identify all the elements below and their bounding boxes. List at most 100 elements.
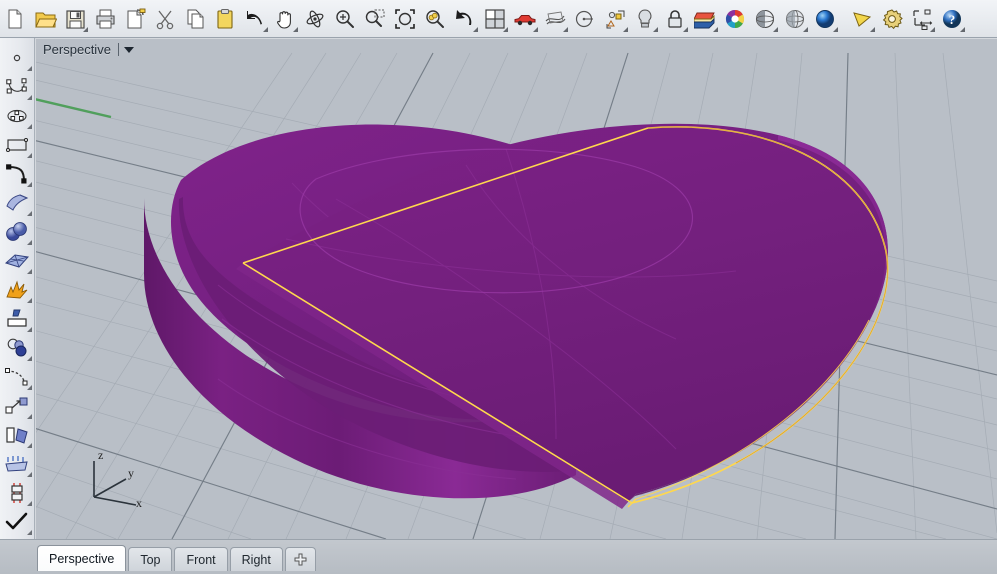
options-gear-icon[interactable] [878,4,906,34]
fillet-curve-icon[interactable] [2,362,32,391]
viewport-tab-perspective[interactable]: Perspective [37,545,127,571]
arc-tool-icon[interactable] [2,159,32,188]
explode-icon[interactable] [2,275,32,304]
mesh-plane-icon[interactable] [2,246,32,275]
flyout-arrow-icon[interactable] [773,26,778,32]
curve-control-points-icon[interactable] [2,72,32,101]
flyout-arrow-icon[interactable] [930,26,935,32]
zoom-extents-icon[interactable] [391,4,419,34]
undo-icon[interactable] [241,4,269,34]
flyout-arrow-icon[interactable] [27,182,32,187]
zoom-selected-icon[interactable] [421,4,449,34]
four-viewport-icon[interactable] [481,4,509,34]
flyout-arrow-icon[interactable] [473,26,478,32]
flyout-arrow-icon[interactable] [833,26,838,32]
flyout-arrow-icon[interactable] [533,26,538,32]
rotate-view-icon[interactable] [301,4,329,34]
save-file-icon[interactable] [61,4,89,34]
open-file-icon[interactable] [31,4,59,34]
dimension-icon[interactable] [908,4,936,34]
surface-sweep-icon[interactable] [2,188,32,217]
viewport-tab-right[interactable]: Right [229,547,283,571]
flyout-arrow-icon[interactable] [27,327,32,332]
extrude-icon[interactable] [2,304,32,333]
mirror-icon[interactable] [2,420,32,449]
toolbar-separator [840,6,847,32]
flyout-arrow-icon[interactable] [27,66,32,71]
pan-hand-icon[interactable] [271,4,299,34]
flat-shade-icon[interactable] [848,4,876,34]
new-file-icon[interactable] [1,4,29,34]
chevron-down-icon[interactable] [123,46,134,53]
viewport-tab-front[interactable]: Front [174,547,228,571]
viewport-title-divider [117,43,119,56]
ellipse-tool-icon[interactable] [2,101,32,130]
zoom-in-icon[interactable] [331,4,359,34]
flyout-arrow-icon[interactable] [563,26,568,32]
flyout-arrow-icon[interactable] [803,26,808,32]
flyout-arrow-icon[interactable] [653,26,658,32]
main-toolbar: ? [0,0,997,38]
check-mark-icon[interactable] [2,507,32,536]
circle-center-icon[interactable] [571,4,599,34]
flyout-arrow-icon[interactable] [27,530,32,535]
render-car-icon[interactable] [511,4,539,34]
flyout-arrow-icon[interactable] [683,26,688,32]
viewport-tab-top[interactable]: Top [128,547,173,571]
flyout-arrow-icon[interactable] [503,26,508,32]
ghosted-sphere-icon[interactable] [781,4,809,34]
point-tool-icon[interactable] [2,43,32,72]
viewport-tab-strip: Perspective Top Front Right [37,545,316,571]
axis-label-z: z [98,448,103,462]
viewport-3d-scene[interactable] [36,39,997,539]
surface-from-network-icon[interactable] [541,4,569,34]
flyout-arrow-icon[interactable] [27,356,32,361]
viewport-tab-label: Front [186,552,216,567]
flyout-arrow-icon[interactable] [83,26,88,32]
flyout-arrow-icon[interactable] [27,211,32,216]
flyout-arrow-icon[interactable] [870,26,875,32]
rendered-sphere-icon[interactable] [811,4,839,34]
flyout-arrow-icon[interactable] [27,240,32,245]
flyout-arrow-icon[interactable] [263,26,268,32]
flyout-arrow-icon[interactable] [27,95,32,100]
flyout-arrow-icon[interactable] [27,298,32,303]
solid-sphere-icon[interactable] [2,217,32,246]
flyout-arrow-icon[interactable] [713,26,718,32]
array-icon[interactable] [2,449,32,478]
layer-icon[interactable] [691,4,719,34]
flyout-arrow-icon[interactable] [27,414,32,419]
plus-icon [294,553,307,566]
export-icon[interactable] [121,4,149,34]
trim-icon[interactable] [2,478,32,507]
flyout-arrow-icon[interactable] [27,153,32,158]
shaded-sphere-icon[interactable] [751,4,779,34]
flyout-arrow-icon[interactable] [27,124,32,129]
paste-icon[interactable] [211,4,239,34]
flyout-arrow-icon[interactable] [623,26,628,32]
cut-icon[interactable] [151,4,179,34]
flyout-arrow-icon[interactable] [293,26,298,32]
flyout-arrow-icon[interactable] [27,501,32,506]
copy-icon[interactable] [181,4,209,34]
rectangle-tool-icon[interactable] [2,130,32,159]
color-wheel-icon[interactable] [721,4,749,34]
flyout-arrow-icon[interactable] [27,385,32,390]
viewport-tab-bar: Perspective Top Front Right [0,539,997,574]
flyout-arrow-icon[interactable] [27,269,32,274]
flyout-arrow-icon[interactable] [27,443,32,448]
help-icon[interactable]: ? [938,4,966,34]
light-bulb-icon[interactable] [631,4,659,34]
print-icon[interactable] [91,4,119,34]
viewport-title-menu[interactable]: Perspective [43,42,134,57]
zoom-window-icon[interactable] [361,4,389,34]
perspective-viewport[interactable]: Perspective z y x [36,39,997,539]
offset-curve-icon[interactable] [2,391,32,420]
undo-view-change-icon[interactable] [451,4,479,34]
add-viewport-tab-button[interactable] [284,547,316,571]
flyout-arrow-icon[interactable] [27,472,32,477]
lock-icon[interactable] [661,4,689,34]
boolean-union-icon[interactable] [2,333,32,362]
flyout-arrow-icon[interactable] [960,26,965,32]
object-properties-icon[interactable] [601,4,629,34]
